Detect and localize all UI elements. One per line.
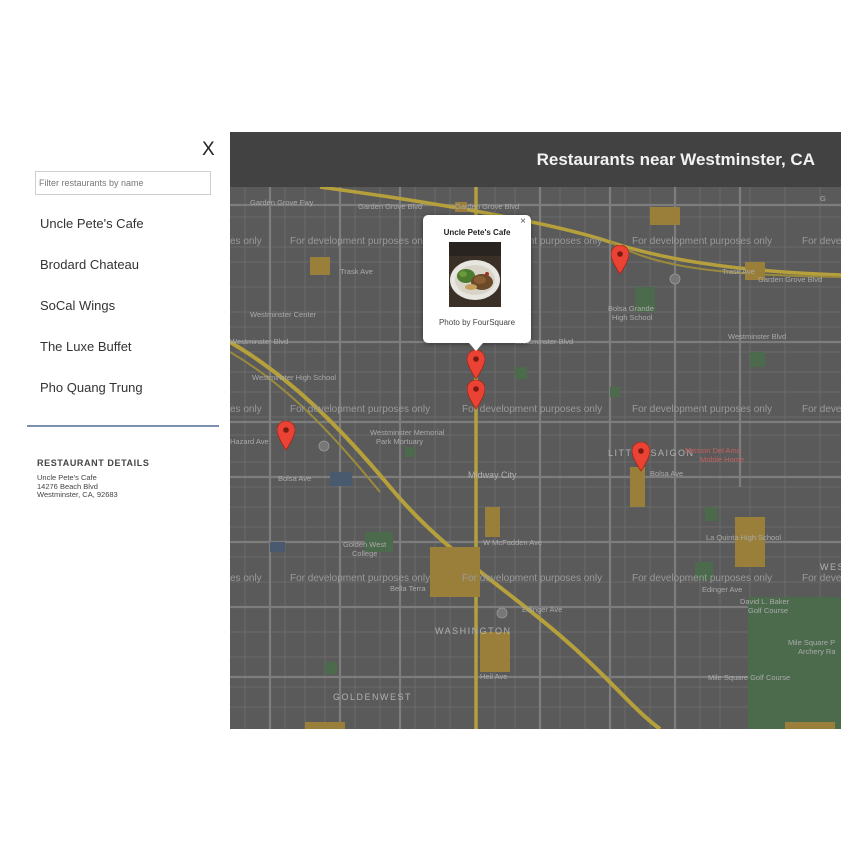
place-label: Bella Terra [390, 584, 426, 593]
restaurant-item-pho-quang-trung[interactable]: Pho Quang Trung [40, 380, 144, 421]
place-label: Park Mortuary [376, 437, 424, 446]
filter-input[interactable] [35, 171, 211, 195]
dev-watermark-cut: es only [230, 236, 262, 247]
dev-watermark-tail: For deve [802, 573, 841, 584]
place-label: Bolsa Grande [608, 304, 654, 313]
details-heading: RESTAURANT DETAILS [37, 458, 150, 468]
street-label: Garden Grove Blvd [358, 202, 423, 211]
restaurant-details: Uncle Pete's Cafe 14276 Beach Blvd Westm… [37, 473, 118, 500]
map-marker-icon[interactable] [632, 442, 650, 472]
street-label: Garden Grove Blvd [758, 275, 823, 284]
sidebar-divider [27, 425, 219, 427]
dev-watermark: For development purposes only [290, 404, 431, 415]
restaurant-item-uncle-petes-cafe[interactable]: Uncle Pete's Cafe [40, 216, 144, 257]
place-label: High School [612, 313, 653, 322]
details-city: Westminster, CA, 92683 [37, 490, 118, 500]
place-label: Archery Ra [798, 647, 836, 656]
dev-watermark-tail: For deve [802, 404, 841, 415]
street-label: Westminster Blvd [728, 332, 787, 341]
map-header: Restaurants near Westminster, CA [230, 132, 841, 187]
place-label: Mile Square P [788, 638, 836, 647]
street-label: W McFadden Ave [483, 538, 543, 547]
place-label: Golf Course [748, 606, 789, 615]
map-marker-icon[interactable] [467, 350, 485, 380]
dev-watermark-tail: For deve [802, 236, 841, 247]
dev-watermark: For development purposes only [290, 573, 431, 584]
info-close-button[interactable]: × [520, 216, 526, 227]
food-photo [449, 242, 501, 307]
place-label: Westminster High School [252, 373, 337, 382]
sidebar: X Uncle Pete's Cafe Brodard Chateau SoCa… [27, 132, 219, 532]
street-label: Trask Ave [722, 267, 755, 276]
place-label: G [820, 194, 826, 203]
close-sidebar-button[interactable]: X [202, 140, 215, 160]
restaurant-item-brodard-chateau[interactable]: Brodard Chateau [40, 257, 144, 298]
street-label: Edinger Ave [702, 585, 743, 594]
place-label: WASHINGTON [435, 626, 512, 636]
place-label: Mile Square Golf Course [708, 673, 791, 682]
map-marker-icon[interactable] [277, 421, 295, 451]
place-label: GOLDENWEST [333, 692, 413, 702]
place-label: WES [820, 562, 841, 572]
street-label: Bolsa Ave [278, 474, 312, 483]
place-label: Mission Del Amo [685, 446, 741, 455]
map-title: Restaurants near Westminster, CA [536, 150, 815, 169]
info-title: Uncle Pete's Cafe [443, 228, 511, 237]
place-label: Westminster Center [250, 310, 317, 319]
dev-watermark: For development purposes only [290, 236, 431, 247]
street-label: Hazard Ave [230, 437, 269, 446]
place-label: College [352, 549, 378, 558]
photo-credit: Photo by FourSquare [438, 318, 516, 327]
street-label: Garden Grove Blvd [455, 202, 520, 211]
place-label: Westminster Memorial [370, 428, 445, 437]
street-label: Heil Ave [480, 672, 508, 681]
place-label: David L. Baker [740, 597, 790, 606]
map-container[interactable]: Restaurants near Westminster, CA es only… [230, 132, 841, 729]
street-label: Bolsa Ave [650, 469, 684, 478]
street-label: Trask Ave [340, 267, 373, 276]
street-label: Edinger Ave [522, 605, 563, 614]
dev-watermark: For development purposes only [632, 236, 773, 247]
place-label: Midway City [468, 470, 517, 480]
street-label: Westminster Blvd [230, 337, 289, 346]
map-marker-icon[interactable] [611, 245, 629, 275]
street-label: Garden Grove Fwy [250, 198, 314, 207]
dev-watermark: For development purposes only [632, 573, 773, 584]
restaurant-item-the-luxe-buffet[interactable]: The Luxe Buffet [40, 339, 144, 380]
app-page: X Uncle Pete's Cafe Brodard Chateau SoCa… [0, 0, 857, 857]
place-label: La Quinta High School [706, 533, 782, 542]
place-label: Golden West [343, 540, 387, 549]
map-marker-icon[interactable] [467, 380, 485, 410]
dev-watermark: For development purposes only [632, 404, 773, 415]
restaurant-item-socal-wings[interactable]: SoCal Wings [40, 298, 144, 339]
place-label: LITTLE SAIGON [608, 448, 695, 458]
place-label: Mobile Home [700, 455, 745, 464]
dev-watermark-cut: es only [230, 573, 262, 584]
dev-watermark: For development purposes only [462, 573, 603, 584]
dev-watermark-cut: es only [230, 404, 262, 415]
restaurant-list: Uncle Pete's Cafe Brodard Chateau SoCal … [40, 216, 144, 421]
info-window: × Uncle Pete's Cafe Photo by FourSquare [423, 215, 531, 351]
